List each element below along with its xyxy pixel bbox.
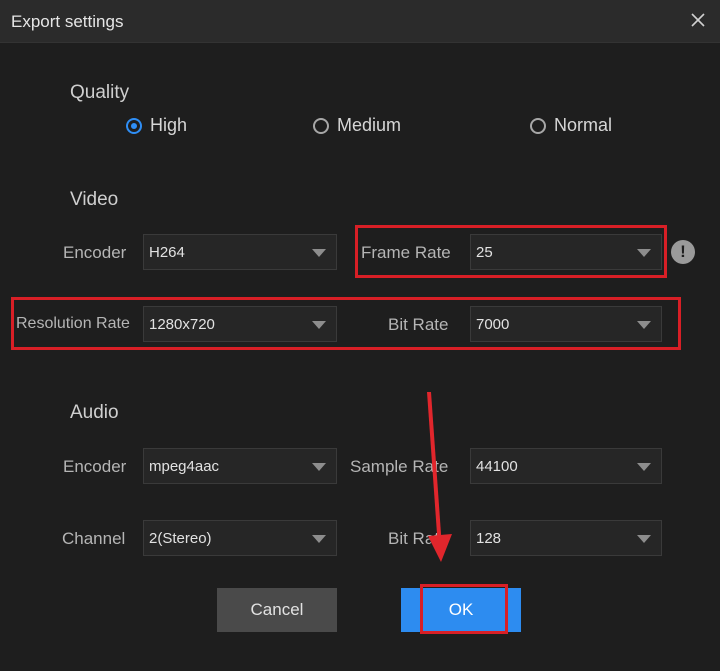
select-value: 44100 [476, 458, 518, 475]
quality-heading: Quality [70, 82, 130, 103]
exclamation-icon[interactable]: ! [671, 240, 695, 264]
chevron-down-icon [637, 463, 651, 471]
resolution-row-highlight-box [11, 297, 681, 350]
video-encoder-label: Encoder [63, 243, 127, 262]
radio-label: High [150, 115, 188, 135]
select-value: H264 [149, 244, 185, 261]
chevron-down-icon [637, 535, 651, 543]
chevron-down-icon [312, 463, 326, 471]
radio-high[interactable]: High [126, 115, 187, 136]
ok-button-highlight-box [420, 584, 508, 634]
audio-bit-rate-select[interactable]: 128 [470, 520, 662, 556]
select-value: 2(Stereo) [149, 530, 212, 547]
channel-label: Channel [62, 529, 126, 548]
select-value: 128 [476, 530, 502, 547]
radio-button-icon [313, 117, 329, 134]
channel-select[interactable]: 2(Stereo) [143, 520, 337, 556]
title-bar: Export settings [0, 0, 720, 43]
video-encoder-select[interactable]: H264 [143, 234, 337, 270]
chevron-down-icon [312, 249, 326, 257]
video-heading: Video [70, 189, 119, 210]
radio-label: Normal [554, 115, 613, 135]
radio-button-icon [530, 117, 546, 134]
radio-normal[interactable]: Normal [530, 115, 612, 136]
sample-rate-select[interactable]: 44100 [470, 448, 662, 484]
sample-rate-label: Sample Rate [350, 457, 449, 476]
radio-medium[interactable]: Medium [313, 115, 401, 136]
audio-bit-rate-label: Bit Rate [388, 529, 449, 548]
radio-button-icon [126, 117, 142, 134]
close-icon[interactable] [688, 10, 708, 30]
audio-encoder-select[interactable]: mpeg4aac [143, 448, 337, 484]
select-value: mpeg4aac [149, 458, 220, 475]
chevron-down-icon [312, 535, 326, 543]
dialog-title: Export settings [11, 12, 124, 31]
frame-rate-highlight-box [355, 225, 667, 278]
audio-encoder-label: Encoder [63, 457, 127, 476]
audio-heading: Audio [70, 402, 119, 423]
cancel-button[interactable]: Cancel [217, 588, 337, 632]
radio-label: Medium [337, 115, 402, 135]
